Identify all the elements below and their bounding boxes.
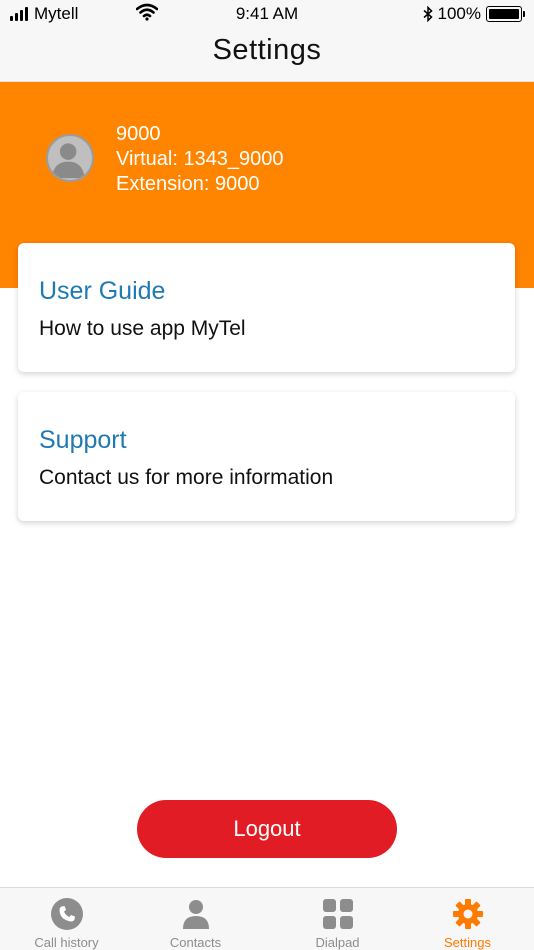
logout-button[interactable]: Logout	[137, 800, 397, 858]
user-avatar-icon	[51, 143, 85, 179]
page-title: Settings	[212, 34, 322, 66]
tab-bar: Call history Contacts Dialpad Settings	[0, 887, 534, 950]
battery-percent: 100%	[437, 4, 481, 23]
tab-label: Settings	[444, 935, 491, 950]
grid-icon	[322, 899, 353, 929]
status-bar: Mytell 9:41 AM 100%	[0, 0, 534, 28]
avatar	[46, 134, 94, 182]
tab-label: Call history	[34, 935, 99, 950]
card-title: Support	[39, 426, 127, 454]
battery-icon	[486, 6, 525, 22]
person-icon	[182, 900, 209, 929]
tab-label: Dialpad	[315, 935, 360, 950]
nav-header: Settings	[0, 28, 534, 82]
profile-virtual: Virtual: 1343_9000	[116, 148, 284, 170]
bluetooth-icon	[423, 6, 433, 22]
status-right: 100%	[423, 4, 525, 24]
tab-label: Contacts	[169, 935, 222, 950]
profile-info: 9000 Virtual: 1343_9000 Extension: 9000	[116, 122, 284, 197]
gear-icon	[452, 899, 483, 929]
phone-icon	[50, 898, 83, 930]
card-title: User Guide	[39, 277, 166, 305]
tab-dialpad[interactable]: Dialpad	[271, 888, 404, 950]
support-card[interactable]: Support Contact us for more information	[18, 392, 515, 521]
card-description: How to use app MyTel	[39, 317, 246, 340]
card-description: Contact us for more information	[39, 466, 334, 489]
tab-call-history[interactable]: Call history	[0, 888, 133, 950]
user-guide-card[interactable]: User Guide How to use app MyTel	[18, 243, 515, 372]
profile-extension: Extension: 9000	[116, 173, 260, 195]
tab-contacts[interactable]: Contacts	[129, 888, 262, 950]
tab-settings[interactable]: Settings	[401, 888, 534, 950]
profile-number: 9000	[116, 123, 161, 145]
